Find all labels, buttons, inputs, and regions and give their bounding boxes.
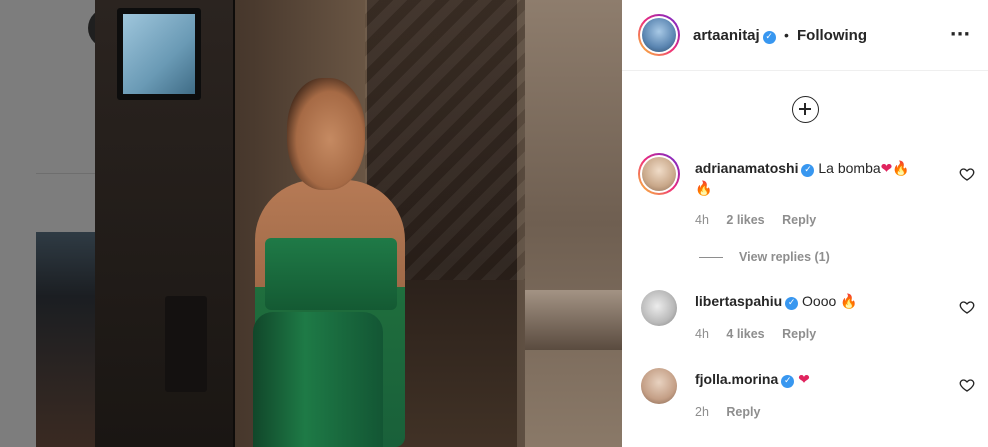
photo-right-wall bbox=[525, 0, 622, 447]
view-replies-line bbox=[699, 257, 723, 259]
post-photo[interactable] bbox=[95, 0, 622, 447]
commenter-avatar-image bbox=[642, 157, 676, 191]
comment-username[interactable]: fjolla.morina bbox=[695, 371, 778, 387]
verified-badge-icon: ✓ bbox=[801, 164, 815, 177]
heart-outline-icon[interactable] bbox=[959, 377, 975, 393]
heart-outline-icon[interactable] bbox=[959, 166, 975, 182]
comment-meta: 2h Reply bbox=[695, 405, 774, 419]
reply-button[interactable]: Reply bbox=[782, 213, 816, 227]
comment-likes[interactable]: 2 likes bbox=[726, 213, 764, 227]
comment-username[interactable]: libertaspahiu bbox=[695, 293, 782, 309]
photo-elevator-keypad bbox=[165, 296, 207, 392]
owner-avatar-image bbox=[642, 18, 676, 52]
verified-badge-icon: ✓ bbox=[785, 297, 799, 310]
owner-username[interactable]: artaanitaj bbox=[693, 27, 760, 44]
view-replies-label[interactable]: View replies (1) bbox=[739, 250, 830, 264]
comment-time[interactable]: 4h bbox=[695, 327, 709, 341]
comment-text: fjolla.morina ✓ ❤ bbox=[695, 369, 945, 389]
following-button[interactable]: Following bbox=[797, 27, 867, 44]
heart-emoji: ❤ bbox=[798, 371, 810, 387]
background-divider bbox=[36, 173, 96, 174]
reply-button[interactable]: Reply bbox=[782, 327, 816, 341]
verified-badge-icon: ✓ bbox=[762, 31, 776, 44]
comment-text: libertaspahiu ✓ Oooo 🔥 bbox=[695, 291, 945, 311]
comment-likes[interactable]: 4 likes bbox=[726, 327, 764, 341]
photo-elevator-screen bbox=[117, 8, 201, 100]
comment-username[interactable]: adrianamatoshi bbox=[695, 160, 798, 176]
photo-person-head bbox=[287, 78, 365, 190]
post-side-panel: artaanitaj ✓ • Following ··· adrianamatos… bbox=[622, 0, 988, 447]
commenter-avatar[interactable] bbox=[641, 290, 677, 326]
comment-meta: 4h 4 likes Reply bbox=[695, 327, 830, 341]
fire-emoji: 🔥 bbox=[892, 160, 910, 176]
fire-emoji: 🔥 bbox=[840, 293, 858, 309]
verified-badge-icon: ✓ bbox=[781, 375, 795, 388]
owner-avatar[interactable] bbox=[638, 14, 680, 56]
comment-time[interactable]: 2h bbox=[695, 405, 709, 419]
more-horizontal-icon[interactable]: ··· bbox=[948, 24, 972, 48]
comment-text: adrianamatoshi ✓ La bomba❤🔥 🔥 bbox=[695, 158, 945, 198]
commenter-avatar-inner bbox=[640, 155, 678, 193]
fire-emoji: 🔥 bbox=[695, 180, 713, 196]
background-post-thumbnail bbox=[36, 232, 96, 447]
header-separator: • bbox=[784, 27, 789, 43]
comment-body: Oooo bbox=[802, 293, 837, 309]
photo-handrail bbox=[525, 290, 622, 350]
photo-person-pants bbox=[253, 312, 383, 447]
photo-screen-display bbox=[123, 14, 195, 94]
heart-emoji: ❤ bbox=[880, 160, 893, 176]
post-header: artaanitaj ✓ • Following ··· bbox=[622, 0, 988, 71]
view-replies-button[interactable]: View replies (1) bbox=[699, 250, 830, 264]
owner-avatar-inner bbox=[640, 16, 678, 54]
comment-meta: 4h 2 likes Reply bbox=[695, 213, 830, 227]
comment-body: La bomba bbox=[818, 160, 881, 176]
photo-elevator-panel bbox=[95, 0, 235, 447]
plus-circle-icon[interactable] bbox=[792, 96, 819, 123]
reply-button[interactable]: Reply bbox=[726, 405, 760, 419]
commenter-avatar[interactable] bbox=[641, 368, 677, 404]
photo-person-top bbox=[265, 238, 397, 310]
owner-username-link[interactable]: artaanitaj ✓ bbox=[693, 27, 776, 44]
commenter-avatar[interactable] bbox=[638, 153, 680, 195]
comment-time[interactable]: 4h bbox=[695, 213, 709, 227]
heart-outline-icon[interactable] bbox=[959, 299, 975, 315]
